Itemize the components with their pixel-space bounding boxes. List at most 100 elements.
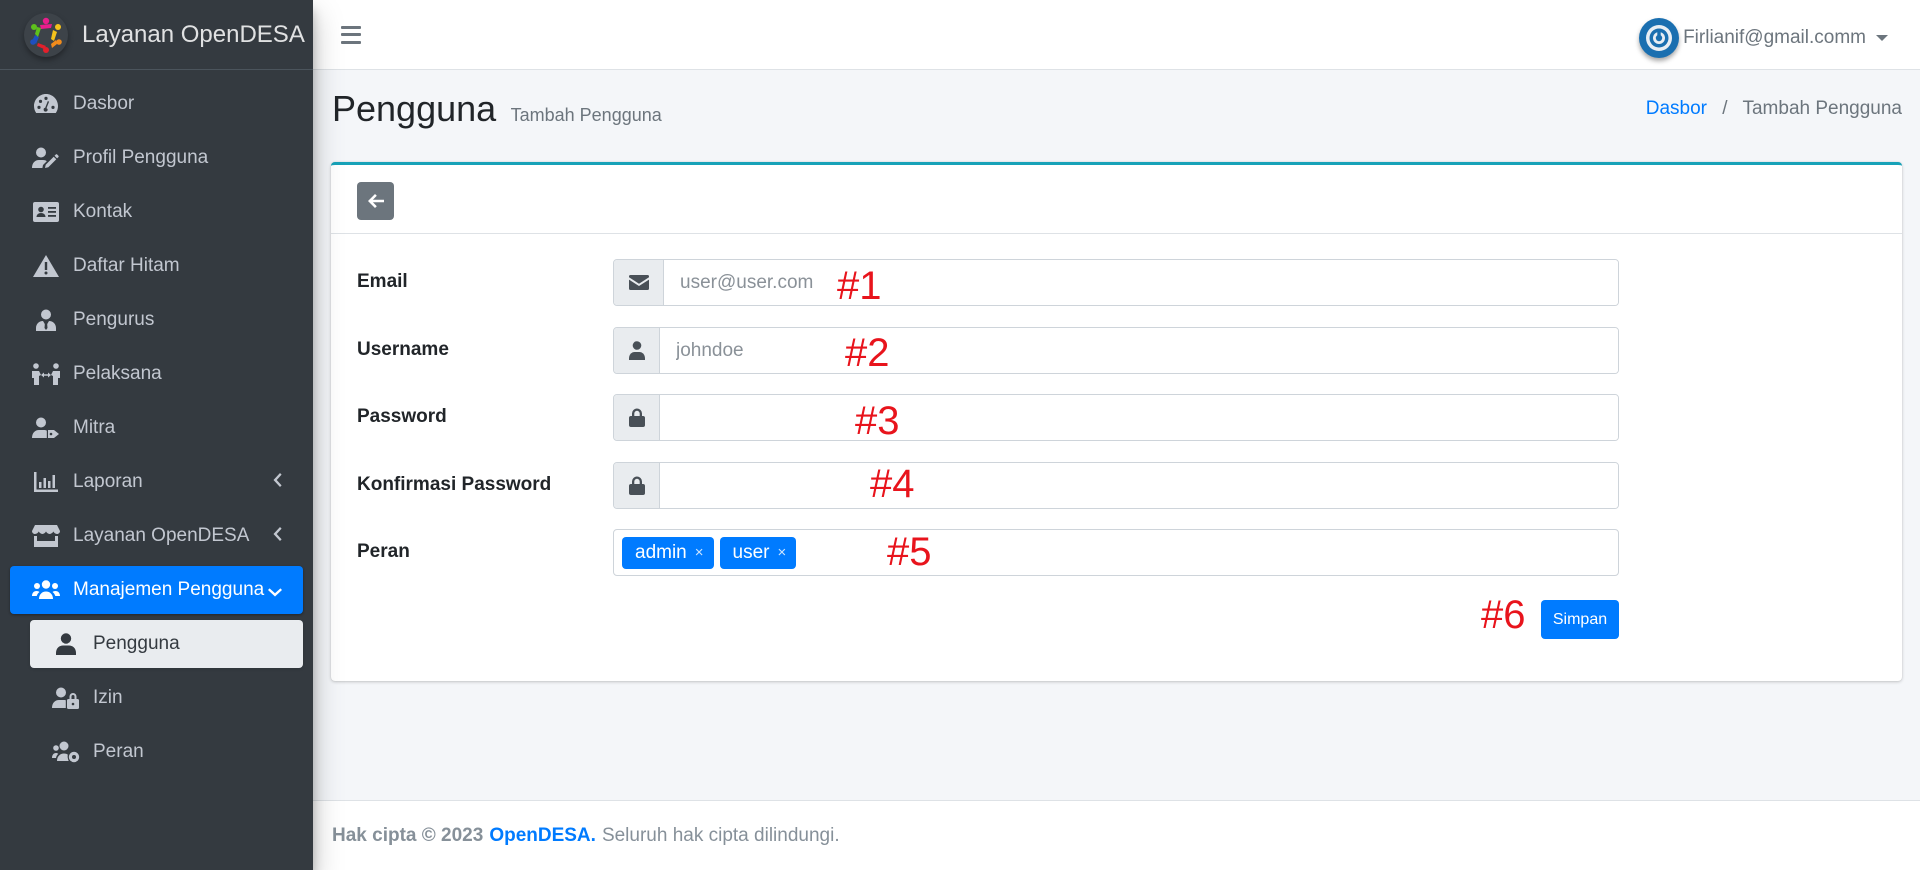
sidebar-item-label: Layanan OpenDESA: [73, 525, 250, 546]
remove-tag-icon[interactable]: ×: [777, 544, 786, 561]
roles-tags-input[interactable]: admin × user ×: [613, 529, 1619, 576]
card-header: [331, 165, 1902, 234]
sidebar: Layanan OpenDESA Dasbor Profil Pengguna …: [0, 0, 313, 870]
sidebar-item-label: Kontak: [73, 201, 133, 222]
sidebar-item-label: Pelaksana: [73, 363, 162, 384]
roles-label: Peran: [357, 541, 410, 562]
caret-down-icon: [1876, 35, 1888, 41]
annotation-marker-1: #1: [837, 264, 882, 308]
content-header: Pengguna Tambah Pengguna Dasbor / Tambah…: [332, 88, 1902, 138]
user-icon: [52, 632, 80, 656]
roles-row: Peran admin × user ×: [357, 529, 1619, 576]
save-button[interactable]: Simpan: [1541, 600, 1619, 639]
password-confirm-input[interactable]: [660, 463, 1618, 508]
breadcrumb-current: Tambah Pengguna: [1742, 98, 1902, 119]
sidebar-item-label: Laporan: [73, 471, 143, 492]
lock-icon: [614, 463, 660, 508]
password-confirm-row: Konfirmasi Password: [357, 462, 1619, 509]
annotation-marker-4: #4: [870, 462, 915, 506]
role-tag-label: admin: [635, 541, 687, 563]
sidebar-item-label: Pengguna: [93, 633, 180, 654]
tachometer-icon: [32, 92, 60, 116]
sidebar-item-label: Manajemen Pengguna: [73, 579, 265, 600]
power-icon: [1646, 25, 1673, 51]
footer-rights: Seluruh hak cipta dilindungi.: [601, 824, 840, 846]
sidebar-item-pengurus[interactable]: Pengurus: [10, 296, 303, 344]
user-email: Firlianif@gmail.comm: [1683, 27, 1866, 48]
people-arrows-icon: [32, 362, 60, 386]
sidebar-item-pelaksana[interactable]: Pelaksana: [10, 350, 303, 398]
chevron-left-icon: [271, 472, 283, 494]
user-tag-icon: [32, 416, 60, 440]
opendesa-logo: [24, 12, 68, 57]
sidebar-item-manajemen-pengguna[interactable]: Manajemen Pengguna: [10, 566, 303, 614]
username-row: Username: [357, 327, 1619, 374]
sidebar-item-laporan[interactable]: Laporan: [10, 458, 303, 506]
email-input[interactable]: [664, 260, 1618, 305]
sidebar-item-label: Pengurus: [73, 309, 155, 330]
brand-link[interactable]: Layanan OpenDESA: [0, 0, 313, 70]
sidebar-subitem-peran[interactable]: Peran: [30, 728, 303, 776]
password-input[interactable]: [660, 395, 1618, 440]
page-title: Pengguna: [332, 88, 497, 129]
sidebar-item-layanan-opendesa[interactable]: Layanan OpenDESA: [10, 512, 303, 560]
footer: Hak cipta © 2023 OpenDESA. Seluruh hak c…: [313, 800, 1920, 870]
user-tie-icon: [32, 308, 60, 332]
password-row: Password: [357, 394, 1619, 441]
chart-bar-icon: [32, 470, 60, 494]
role-tag-user: user ×: [719, 536, 797, 569]
footer-copyright: Hak cipta © 2023: [332, 824, 484, 846]
user-icon: [614, 328, 660, 373]
username-label: Username: [357, 339, 449, 360]
chevron-down-icon: [267, 583, 283, 605]
breadcrumb-separator: /: [1722, 98, 1728, 119]
top-navbar: Firlianif@gmail.comm: [313, 0, 1920, 70]
avatar: [1639, 18, 1680, 58]
users-icon: [32, 578, 60, 602]
annotation-marker-2: #2: [845, 331, 890, 375]
page-subtitle: Tambah Pengguna: [510, 105, 662, 125]
sidebar-item-label: Mitra: [73, 417, 116, 438]
brand-title: Layanan OpenDESA: [82, 20, 305, 48]
breadcrumb-dasbor-link[interactable]: Dasbor: [1646, 98, 1707, 119]
lock-icon: [614, 395, 660, 440]
username-input[interactable]: [660, 328, 1618, 373]
sidebar-subitem-izin[interactable]: Izin: [30, 674, 303, 722]
sidebar-item-profil-pengguna[interactable]: Profil Pengguna: [10, 134, 303, 182]
email-row: Email: [357, 259, 1619, 306]
role-tag-admin: admin ×: [622, 536, 714, 569]
store-icon: [32, 524, 60, 548]
role-tag-label: user: [732, 541, 770, 563]
sidebar-subitem-pengguna[interactable]: Pengguna: [30, 620, 303, 668]
email-label: Email: [357, 271, 408, 292]
hamburger-icon[interactable]: [341, 25, 361, 44]
annotation-marker-3: #3: [855, 399, 900, 443]
footer-brand-link[interactable]: OpenDESA.: [489, 825, 596, 847]
password-label: Password: [357, 406, 447, 427]
remove-tag-icon[interactable]: ×: [695, 544, 704, 561]
envelope-icon: [614, 260, 664, 305]
sidebar-item-label: Profil Pengguna: [73, 147, 209, 168]
sidebar-item-mitra[interactable]: Mitra: [10, 404, 303, 452]
sidebar-item-daftar-hitam[interactable]: Daftar Hitam: [10, 242, 303, 290]
breadcrumb: Dasbor / Tambah Pengguna: [1646, 98, 1902, 120]
sidebar-item-kontak[interactable]: Kontak: [10, 188, 303, 236]
user-edit-icon: [32, 146, 60, 170]
user-lock-icon: [52, 686, 80, 710]
sidebar-item-dasbor[interactable]: Dasbor: [10, 80, 303, 128]
annotation-marker-5: #5: [887, 530, 932, 574]
password-confirm-input-group: [613, 462, 1619, 509]
sidebar-menu: Dasbor Profil Pengguna Kontak Daftar Hit…: [0, 70, 313, 776]
sidebar-item-label: Izin: [93, 687, 123, 708]
back-button[interactable]: [357, 182, 394, 220]
add-user-card: Email Username Password Konfirmasi Passw…: [331, 162, 1902, 681]
chevron-left-icon: [271, 526, 283, 548]
password-input-group: [613, 394, 1619, 441]
email-input-group: [613, 259, 1619, 306]
warning-icon: [32, 254, 60, 278]
sidebar-item-label: Daftar Hitam: [73, 255, 180, 276]
users-cog-icon: [52, 740, 80, 764]
annotation-marker-6: #6: [1481, 593, 1526, 637]
sidebar-item-label: Dasbor: [73, 93, 135, 114]
user-menu-dropdown[interactable]: Firlianif@gmail.comm: [1639, 18, 1888, 58]
